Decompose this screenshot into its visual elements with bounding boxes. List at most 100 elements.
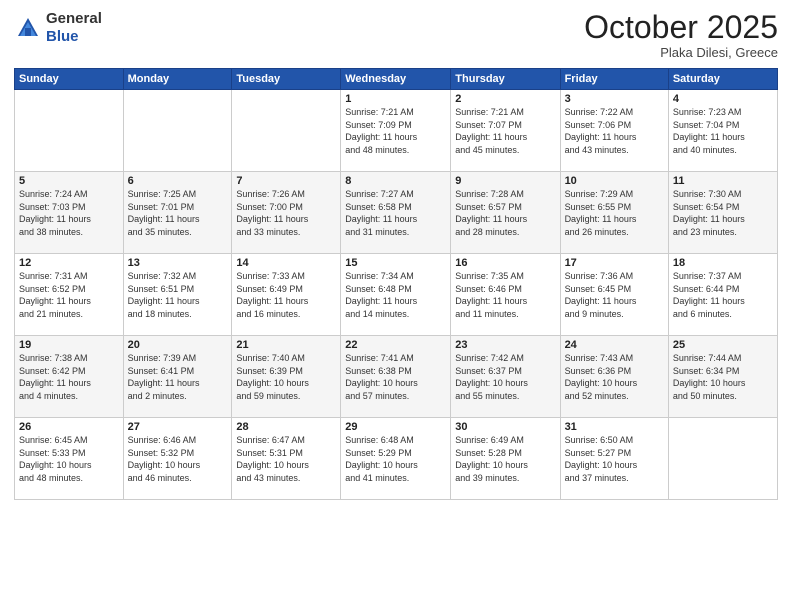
location: Plaka Dilesi, Greece: [584, 45, 778, 60]
day-number: 8: [345, 175, 446, 187]
calendar-cell: 1Sunrise: 7:21 AM Sunset: 7:09 PM Daylig…: [341, 90, 451, 172]
day-info: Sunrise: 7:32 AM Sunset: 6:51 PM Dayligh…: [128, 270, 228, 320]
week-row-4: 19Sunrise: 7:38 AM Sunset: 6:42 PM Dayli…: [15, 336, 778, 418]
day-number: 17: [565, 257, 664, 269]
calendar-cell: 8Sunrise: 7:27 AM Sunset: 6:58 PM Daylig…: [341, 172, 451, 254]
day-info: Sunrise: 7:26 AM Sunset: 7:00 PM Dayligh…: [236, 188, 336, 238]
day-number: 9: [455, 175, 555, 187]
calendar-cell: 19Sunrise: 7:38 AM Sunset: 6:42 PM Dayli…: [15, 336, 124, 418]
day-number: 21: [236, 339, 336, 351]
weekday-header-sunday: Sunday: [15, 69, 124, 90]
calendar-cell: 3Sunrise: 7:22 AM Sunset: 7:06 PM Daylig…: [560, 90, 668, 172]
calendar-cell: 21Sunrise: 7:40 AM Sunset: 6:39 PM Dayli…: [232, 336, 341, 418]
calendar-cell: 26Sunrise: 6:45 AM Sunset: 5:33 PM Dayli…: [15, 418, 124, 500]
day-info: Sunrise: 7:38 AM Sunset: 6:42 PM Dayligh…: [19, 352, 119, 402]
title-block: October 2025 Plaka Dilesi, Greece: [584, 10, 778, 60]
week-row-3: 12Sunrise: 7:31 AM Sunset: 6:52 PM Dayli…: [15, 254, 778, 336]
calendar-cell: 7Sunrise: 7:26 AM Sunset: 7:00 PM Daylig…: [232, 172, 341, 254]
day-info: Sunrise: 6:47 AM Sunset: 5:31 PM Dayligh…: [236, 434, 336, 484]
day-number: 26: [19, 421, 119, 433]
week-row-1: 1Sunrise: 7:21 AM Sunset: 7:09 PM Daylig…: [15, 90, 778, 172]
day-info: Sunrise: 7:42 AM Sunset: 6:37 PM Dayligh…: [455, 352, 555, 402]
day-number: 22: [345, 339, 446, 351]
calendar-cell: 25Sunrise: 7:44 AM Sunset: 6:34 PM Dayli…: [668, 336, 777, 418]
day-number: 13: [128, 257, 228, 269]
day-info: Sunrise: 7:43 AM Sunset: 6:36 PM Dayligh…: [565, 352, 664, 402]
calendar-cell: 10Sunrise: 7:29 AM Sunset: 6:55 PM Dayli…: [560, 172, 668, 254]
day-info: Sunrise: 7:29 AM Sunset: 6:55 PM Dayligh…: [565, 188, 664, 238]
day-number: 29: [345, 421, 446, 433]
day-info: Sunrise: 7:28 AM Sunset: 6:57 PM Dayligh…: [455, 188, 555, 238]
day-number: 6: [128, 175, 228, 187]
day-info: Sunrise: 6:50 AM Sunset: 5:27 PM Dayligh…: [565, 434, 664, 484]
day-number: 31: [565, 421, 664, 433]
day-info: Sunrise: 6:48 AM Sunset: 5:29 PM Dayligh…: [345, 434, 446, 484]
day-info: Sunrise: 7:27 AM Sunset: 6:58 PM Dayligh…: [345, 188, 446, 238]
day-number: 25: [673, 339, 773, 351]
day-info: Sunrise: 7:25 AM Sunset: 7:01 PM Dayligh…: [128, 188, 228, 238]
calendar-cell: 30Sunrise: 6:49 AM Sunset: 5:28 PM Dayli…: [451, 418, 560, 500]
calendar-cell: 29Sunrise: 6:48 AM Sunset: 5:29 PM Dayli…: [341, 418, 451, 500]
day-number: 16: [455, 257, 555, 269]
calendar-cell: 31Sunrise: 6:50 AM Sunset: 5:27 PM Dayli…: [560, 418, 668, 500]
calendar-cell: 14Sunrise: 7:33 AM Sunset: 6:49 PM Dayli…: [232, 254, 341, 336]
day-info: Sunrise: 6:45 AM Sunset: 5:33 PM Dayligh…: [19, 434, 119, 484]
calendar-cell: 24Sunrise: 7:43 AM Sunset: 6:36 PM Dayli…: [560, 336, 668, 418]
day-number: 12: [19, 257, 119, 269]
day-info: Sunrise: 7:33 AM Sunset: 6:49 PM Dayligh…: [236, 270, 336, 320]
logo: General Blue: [14, 10, 102, 46]
calendar-cell: 13Sunrise: 7:32 AM Sunset: 6:51 PM Dayli…: [123, 254, 232, 336]
day-number: 14: [236, 257, 336, 269]
calendar-cell: 18Sunrise: 7:37 AM Sunset: 6:44 PM Dayli…: [668, 254, 777, 336]
week-row-2: 5Sunrise: 7:24 AM Sunset: 7:03 PM Daylig…: [15, 172, 778, 254]
calendar-table: SundayMondayTuesdayWednesdayThursdayFrid…: [14, 68, 778, 500]
day-number: 11: [673, 175, 773, 187]
day-info: Sunrise: 7:35 AM Sunset: 6:46 PM Dayligh…: [455, 270, 555, 320]
day-info: Sunrise: 7:40 AM Sunset: 6:39 PM Dayligh…: [236, 352, 336, 402]
calendar-cell: 11Sunrise: 7:30 AM Sunset: 6:54 PM Dayli…: [668, 172, 777, 254]
day-number: 24: [565, 339, 664, 351]
page: General Blue October 2025 Plaka Dilesi, …: [0, 0, 792, 612]
day-info: Sunrise: 6:46 AM Sunset: 5:32 PM Dayligh…: [128, 434, 228, 484]
day-info: Sunrise: 7:22 AM Sunset: 7:06 PM Dayligh…: [565, 106, 664, 156]
calendar-cell: 2Sunrise: 7:21 AM Sunset: 7:07 PM Daylig…: [451, 90, 560, 172]
day-number: 18: [673, 257, 773, 269]
calendar-cell: 20Sunrise: 7:39 AM Sunset: 6:41 PM Dayli…: [123, 336, 232, 418]
calendar-cell: 6Sunrise: 7:25 AM Sunset: 7:01 PM Daylig…: [123, 172, 232, 254]
calendar-cell: [15, 90, 124, 172]
day-number: 5: [19, 175, 119, 187]
calendar-cell: 15Sunrise: 7:34 AM Sunset: 6:48 PM Dayli…: [341, 254, 451, 336]
calendar-cell: 27Sunrise: 6:46 AM Sunset: 5:32 PM Dayli…: [123, 418, 232, 500]
header: General Blue October 2025 Plaka Dilesi, …: [14, 10, 778, 60]
calendar-cell: 28Sunrise: 6:47 AM Sunset: 5:31 PM Dayli…: [232, 418, 341, 500]
weekday-header-thursday: Thursday: [451, 69, 560, 90]
calendar-cell: 12Sunrise: 7:31 AM Sunset: 6:52 PM Dayli…: [15, 254, 124, 336]
logo-icon: [14, 14, 42, 42]
day-info: Sunrise: 7:34 AM Sunset: 6:48 PM Dayligh…: [345, 270, 446, 320]
day-number: 7: [236, 175, 336, 187]
day-number: 20: [128, 339, 228, 351]
day-info: Sunrise: 7:39 AM Sunset: 6:41 PM Dayligh…: [128, 352, 228, 402]
weekday-header-tuesday: Tuesday: [232, 69, 341, 90]
logo-text: General Blue: [46, 10, 102, 46]
day-info: Sunrise: 6:49 AM Sunset: 5:28 PM Dayligh…: [455, 434, 555, 484]
day-info: Sunrise: 7:31 AM Sunset: 6:52 PM Dayligh…: [19, 270, 119, 320]
day-number: 27: [128, 421, 228, 433]
day-info: Sunrise: 7:30 AM Sunset: 6:54 PM Dayligh…: [673, 188, 773, 238]
calendar-cell: 23Sunrise: 7:42 AM Sunset: 6:37 PM Dayli…: [451, 336, 560, 418]
month-title: October 2025: [584, 10, 778, 45]
weekday-header-saturday: Saturday: [668, 69, 777, 90]
calendar-cell: 17Sunrise: 7:36 AM Sunset: 6:45 PM Dayli…: [560, 254, 668, 336]
day-info: Sunrise: 7:21 AM Sunset: 7:07 PM Dayligh…: [455, 106, 555, 156]
day-number: 2: [455, 93, 555, 105]
day-number: 10: [565, 175, 664, 187]
week-row-5: 26Sunrise: 6:45 AM Sunset: 5:33 PM Dayli…: [15, 418, 778, 500]
calendar-cell: 4Sunrise: 7:23 AM Sunset: 7:04 PM Daylig…: [668, 90, 777, 172]
day-info: Sunrise: 7:41 AM Sunset: 6:38 PM Dayligh…: [345, 352, 446, 402]
day-info: Sunrise: 7:37 AM Sunset: 6:44 PM Dayligh…: [673, 270, 773, 320]
calendar-cell: 9Sunrise: 7:28 AM Sunset: 6:57 PM Daylig…: [451, 172, 560, 254]
weekday-header-monday: Monday: [123, 69, 232, 90]
day-info: Sunrise: 7:23 AM Sunset: 7:04 PM Dayligh…: [673, 106, 773, 156]
day-info: Sunrise: 7:44 AM Sunset: 6:34 PM Dayligh…: [673, 352, 773, 402]
day-number: 4: [673, 93, 773, 105]
